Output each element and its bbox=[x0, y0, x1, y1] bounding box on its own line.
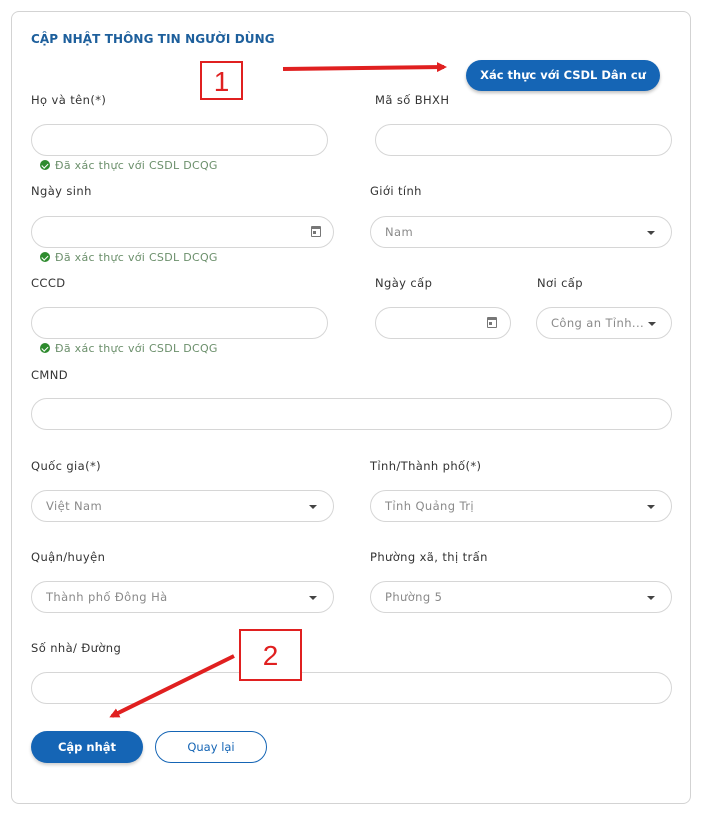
arrow-to-update-button bbox=[109, 654, 235, 718]
annotation-marker-2: 2 bbox=[239, 629, 302, 681]
arrow-to-verify-button bbox=[282, 62, 447, 73]
annotation-marker-1: 1 bbox=[200, 61, 243, 100]
annotation-arrows bbox=[109, 62, 447, 718]
